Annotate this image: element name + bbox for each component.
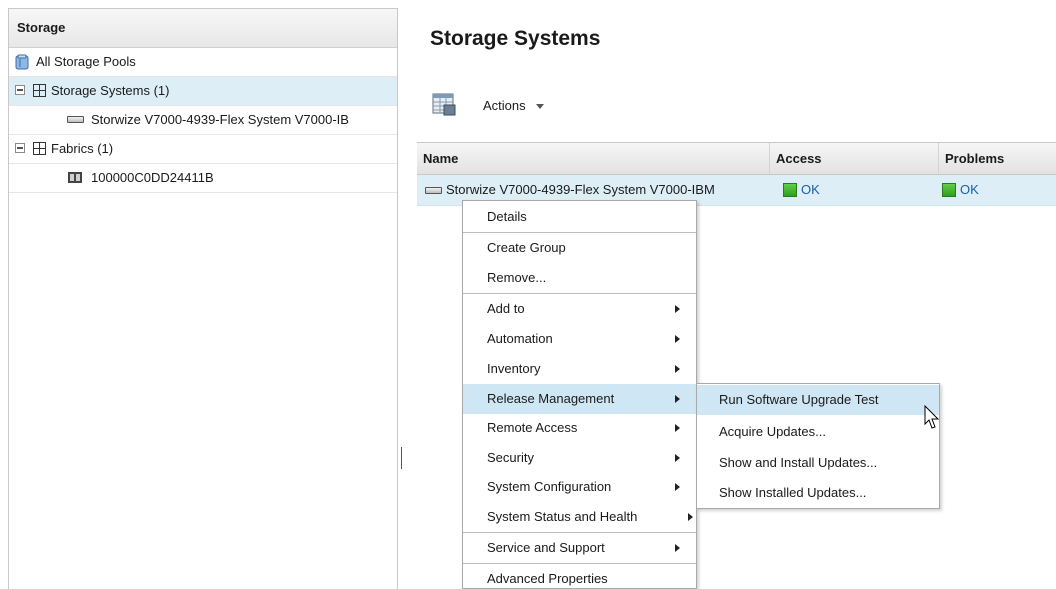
fabric-switch-icon (68, 172, 82, 183)
submenu-arrow-icon (688, 513, 693, 521)
menu-item-automation[interactable]: Automation (463, 324, 696, 354)
menu-item-label: Remote Access (487, 420, 578, 435)
chevron-down-icon[interactable] (536, 104, 544, 109)
menu-item-label: Automation (487, 331, 553, 346)
column-header-name[interactable]: Name (417, 143, 769, 174)
menu-item-inventory[interactable]: Inventory (463, 354, 696, 384)
menu-item-system-configuration[interactable]: System Configuration (463, 472, 696, 502)
context-menu: Details Create Group Remove... Add to Au… (462, 200, 697, 589)
ok-status-icon (942, 182, 956, 197)
column-header-access[interactable]: Access (769, 143, 938, 174)
tree-item-label: Storage Systems (1) (51, 83, 170, 98)
system-name: Storwize V7000-4939-Flex System V7000-IB… (446, 182, 715, 197)
access-cell: OK (783, 175, 933, 205)
tree-item-storage-systems[interactable]: Storage Systems (1) (9, 77, 397, 106)
problems-status: OK (960, 182, 979, 197)
page-title: Storage Systems (430, 27, 601, 50)
menu-item-label: Security (487, 450, 534, 465)
pane-splitter[interactable] (401, 447, 402, 469)
collapse-icon[interactable] (15, 85, 25, 95)
access-status: OK (801, 182, 820, 197)
submenu-item-acquire-updates[interactable]: Acquire Updates... (697, 417, 939, 447)
storage-device-icon (67, 116, 84, 123)
tree-item-fabrics[interactable]: Fabrics (1) (9, 135, 397, 164)
submenu-arrow-icon (675, 305, 680, 313)
tree-item-fabric-id[interactable]: 100000C0DD24411B (9, 164, 397, 193)
storage-device-icon (425, 187, 442, 195)
storage-tree-panel: Storage All Storage Pools Storage System… (8, 8, 398, 589)
tree-item-label: Storwize V7000-4939-Flex System V7000-IB (91, 112, 349, 127)
menu-item-label: System Status and Health (487, 509, 638, 524)
menu-item-advanced-properties[interactable]: Advanced Properties (463, 564, 696, 588)
storage-pool-icon (15, 54, 29, 70)
tree-item-label: 100000C0DD24411B (91, 170, 214, 185)
menu-item-label: Inventory (487, 361, 541, 376)
tree-header: Storage (9, 9, 397, 48)
submenu-arrow-icon (675, 365, 680, 373)
submenu-arrow-icon (675, 424, 680, 432)
menu-item-system-status-health[interactable]: System Status and Health (463, 502, 696, 532)
storage-systems-table: Name Access Problems Storwize V7000-4939… (417, 142, 1056, 206)
tree-item-label: Fabrics (1) (51, 141, 114, 156)
menu-item-remote-access[interactable]: Remote Access (463, 413, 696, 443)
menu-item-label: System Configuration (487, 479, 612, 494)
menu-item-release-management[interactable]: Release Management (463, 384, 696, 414)
menu-item-service-support[interactable]: Service and Support (463, 533, 696, 563)
submenu-arrow-icon (675, 395, 680, 403)
release-management-submenu: Run Software Upgrade Test Acquire Update… (696, 383, 940, 509)
menu-item-label: Release Management (487, 391, 615, 406)
tree-item-all-storage-pools[interactable]: All Storage Pools (9, 48, 397, 77)
grid-icon (33, 84, 46, 97)
menu-item-add-to[interactable]: Add to (463, 294, 696, 324)
column-header-problems[interactable]: Problems (938, 143, 1056, 174)
submenu-item-show-install-updates[interactable]: Show and Install Updates... (697, 448, 939, 478)
submenu-arrow-icon (675, 544, 680, 552)
submenu-item-run-upgrade-test[interactable]: Run Software Upgrade Test (697, 385, 939, 415)
menu-item-security[interactable]: Security (463, 443, 696, 473)
ok-status-icon (783, 182, 797, 197)
actions-menu-button[interactable]: Actions (483, 98, 526, 113)
menu-item-remove[interactable]: Remove... (463, 263, 696, 293)
submenu-arrow-icon (675, 335, 680, 343)
submenu-arrow-icon (675, 454, 680, 462)
problems-cell: OK (942, 175, 1052, 205)
menu-item-create-group[interactable]: Create Group (463, 233, 696, 263)
submenu-arrow-icon (675, 483, 680, 491)
table-header: Name Access Problems (417, 142, 1056, 175)
actions-table-icon[interactable] (432, 92, 456, 116)
collapse-icon[interactable] (15, 143, 25, 153)
mouse-pointer-icon (924, 405, 940, 429)
tree-item-label: All Storage Pools (36, 54, 136, 69)
menu-item-details[interactable]: Details (463, 202, 696, 232)
menu-item-label: Add to (487, 301, 525, 316)
grid-icon (33, 142, 46, 155)
menu-item-label: Service and Support (487, 540, 605, 555)
tree-item-storwize-system[interactable]: Storwize V7000-4939-Flex System V7000-IB (9, 106, 397, 135)
submenu-item-show-installed-updates[interactable]: Show Installed Updates... (697, 478, 939, 508)
